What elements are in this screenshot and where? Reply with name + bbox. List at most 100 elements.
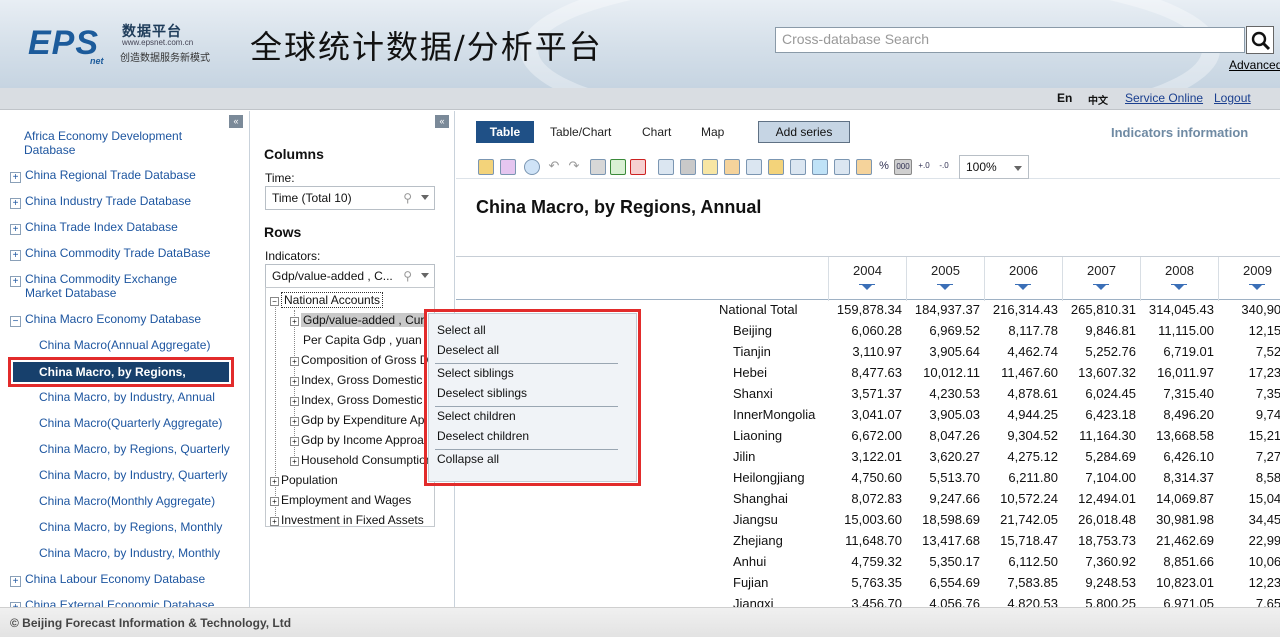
table-cell[interactable]: 7,521. xyxy=(1218,344,1280,359)
chart-icon[interactable] xyxy=(856,159,872,175)
calc-icon[interactable] xyxy=(790,159,806,175)
table-cell[interactable]: 4,750.60 xyxy=(828,470,902,485)
row-region-label[interactable]: Beijing xyxy=(733,323,843,338)
table-cell[interactable]: 22,990. xyxy=(1218,533,1280,548)
expand-icon[interactable]: + xyxy=(10,172,21,183)
table-cell[interactable]: 8,477.63 xyxy=(828,365,902,380)
table-cell[interactable]: 9,846.81 xyxy=(1062,323,1136,338)
layout-icon[interactable] xyxy=(812,159,828,175)
open-icon[interactable] xyxy=(478,159,494,175)
expand-icon[interactable]: + xyxy=(290,457,299,466)
table-cell[interactable]: 5,350.17 xyxy=(906,554,980,569)
year-column-header[interactable]: 2005 xyxy=(906,257,984,301)
sidebar-subitem-macro-monthly-aggregate[interactable]: China Macro(Monthly Aggregate) xyxy=(39,494,215,508)
row-region-label[interactable]: Jiangxi xyxy=(733,596,843,607)
undo-icon[interactable]: ↶ xyxy=(546,159,562,175)
pdf-icon[interactable] xyxy=(630,159,646,175)
table-cell[interactable]: 6,426.10 xyxy=(1140,449,1214,464)
sidebar-item-china-macro-economy[interactable]: − China Macro Economy Database xyxy=(10,312,230,327)
table-cell[interactable]: 10,823.01 xyxy=(1140,575,1214,590)
highlight-icon[interactable] xyxy=(702,159,718,175)
row-region-label[interactable]: Heilongjiang xyxy=(733,470,843,485)
grid-icon[interactable] xyxy=(724,159,740,175)
table-cell[interactable]: 3,905.03 xyxy=(906,407,980,422)
table-cell[interactable]: 7,655. xyxy=(1218,596,1280,607)
expand-icon[interactable]: + xyxy=(10,198,21,209)
table-cell[interactable]: 6,211.80 xyxy=(984,470,1058,485)
table-cell[interactable]: 8,117.78 xyxy=(984,323,1058,338)
table-cell[interactable]: 15,003.60 xyxy=(828,512,902,527)
table-cell[interactable]: 6,969.52 xyxy=(906,323,980,338)
table-cell[interactable]: 5,513.70 xyxy=(906,470,980,485)
menu-deselect-children[interactable]: Deselect children xyxy=(437,429,529,443)
expand-icon[interactable]: + xyxy=(270,477,279,486)
table-cell[interactable]: 13,607.32 xyxy=(1062,365,1136,380)
year-column-header[interactable]: 2008 xyxy=(1140,257,1218,301)
tree-node-population[interactable]: + Population xyxy=(270,473,338,487)
table-cell[interactable]: 11,164.30 xyxy=(1062,428,1136,443)
table-cell[interactable]: 17,235. xyxy=(1218,365,1280,380)
sidebar-item-china-commodity-trade[interactable]: + China Commodity Trade DataBase xyxy=(10,246,230,261)
menu-select-siblings[interactable]: Select siblings xyxy=(437,366,514,380)
table-cell[interactable]: 3,456.70 xyxy=(828,596,902,607)
table-cell[interactable]: 159,878.34 xyxy=(828,302,902,317)
sidebar-item-china-commodity-exchange[interactable]: + China Commodity Exchange Market Databas… xyxy=(10,272,230,300)
expand-icon[interactable]: + xyxy=(290,377,299,386)
service-online-link[interactable]: Service Online xyxy=(1125,91,1203,105)
table-cell[interactable]: 340,902. xyxy=(1218,302,1280,317)
table-cell[interactable]: 3,905.64 xyxy=(906,344,980,359)
expand-icon[interactable]: + xyxy=(10,576,21,587)
sidebar-subitem-macro-industry-annual[interactable]: China Macro, by Industry, Annual xyxy=(39,390,215,404)
table-cell[interactable]: 6,971.05 xyxy=(1140,596,1214,607)
row-region-label[interactable]: Hebei xyxy=(733,365,843,380)
expand-icon[interactable]: + xyxy=(290,397,299,406)
table-cell[interactable]: 3,122.01 xyxy=(828,449,902,464)
table-cell[interactable]: 5,763.35 xyxy=(828,575,902,590)
eps-logo[interactable]: EPS net 数据平台 www.epsnet.com.cn 创造数据服务新模式 xyxy=(28,18,218,68)
expand-icon[interactable]: + xyxy=(290,357,299,366)
table-cell[interactable]: 7,360.92 xyxy=(1062,554,1136,569)
table-cell[interactable]: 5,252.76 xyxy=(1062,344,1136,359)
menu-deselect-siblings[interactable]: Deselect siblings xyxy=(437,386,527,400)
advanced-search-link[interactable]: Advanced xyxy=(1229,58,1280,72)
table-cell[interactable]: 12,236. xyxy=(1218,575,1280,590)
table-cell[interactable]: 7,315.40 xyxy=(1140,386,1214,401)
table-cell[interactable]: 15,212. xyxy=(1218,428,1280,443)
panel-collapse-button[interactable]: « xyxy=(435,115,449,128)
print-icon[interactable] xyxy=(590,159,606,175)
sidebar-item-china-trade-index[interactable]: + China Trade Index Database xyxy=(10,220,230,235)
table-cell[interactable]: 3,620.27 xyxy=(906,449,980,464)
row-region-label[interactable]: Shanxi xyxy=(733,386,843,401)
sidebar-subitem-macro-regions-quarterly[interactable]: China Macro, by Regions, Quarterly xyxy=(39,442,230,456)
table-cell[interactable]: 6,672.00 xyxy=(828,428,902,443)
table-cell[interactable]: 4,230.53 xyxy=(906,386,980,401)
filter-icon[interactable] xyxy=(680,159,696,175)
table-cell[interactable]: 11,467.60 xyxy=(984,365,1058,380)
menu-deselect-all[interactable]: Deselect all xyxy=(437,343,499,357)
tree-node-national-accounts[interactable]: − National Accounts xyxy=(270,292,384,308)
merge-icon[interactable] xyxy=(834,159,850,175)
row-region-label[interactable]: Anhui xyxy=(733,554,843,569)
tab-map[interactable]: Map xyxy=(701,121,724,143)
expand-icon[interactable]: + xyxy=(270,497,279,506)
row-region-label[interactable]: Jiangsu xyxy=(733,512,843,527)
year-column-header[interactable]: 2006 xyxy=(984,257,1062,301)
table-cell[interactable]: 3,571.37 xyxy=(828,386,902,401)
table-cell[interactable]: 9,248.53 xyxy=(1062,575,1136,590)
thousands-separator-icon[interactable]: 000 xyxy=(894,159,912,175)
table-cell[interactable]: 4,944.25 xyxy=(984,407,1058,422)
time-dimension-select[interactable]: Time (Total 10) ⚲ xyxy=(265,186,435,210)
new-icon[interactable] xyxy=(500,159,516,175)
add-series-button[interactable]: Add series xyxy=(758,121,850,143)
table-cell[interactable]: 4,462.74 xyxy=(984,344,1058,359)
tree-node-gdp-expenditure[interactable]: + Gdp by Expenditure Ap xyxy=(290,413,424,427)
table-cell[interactable]: 18,598.69 xyxy=(906,512,980,527)
table-cell[interactable]: 4,056.76 xyxy=(906,596,980,607)
language-chinese-link[interactable]: 中文 xyxy=(1088,92,1108,107)
expand-icon[interactable]: + xyxy=(290,317,299,326)
search-button[interactable] xyxy=(1246,26,1274,54)
expand-icon[interactable]: + xyxy=(270,517,279,526)
menu-select-children[interactable]: Select children xyxy=(437,409,516,423)
year-column-header[interactable]: 2007 xyxy=(1062,257,1140,301)
table-cell[interactable]: 9,304.52 xyxy=(984,428,1058,443)
